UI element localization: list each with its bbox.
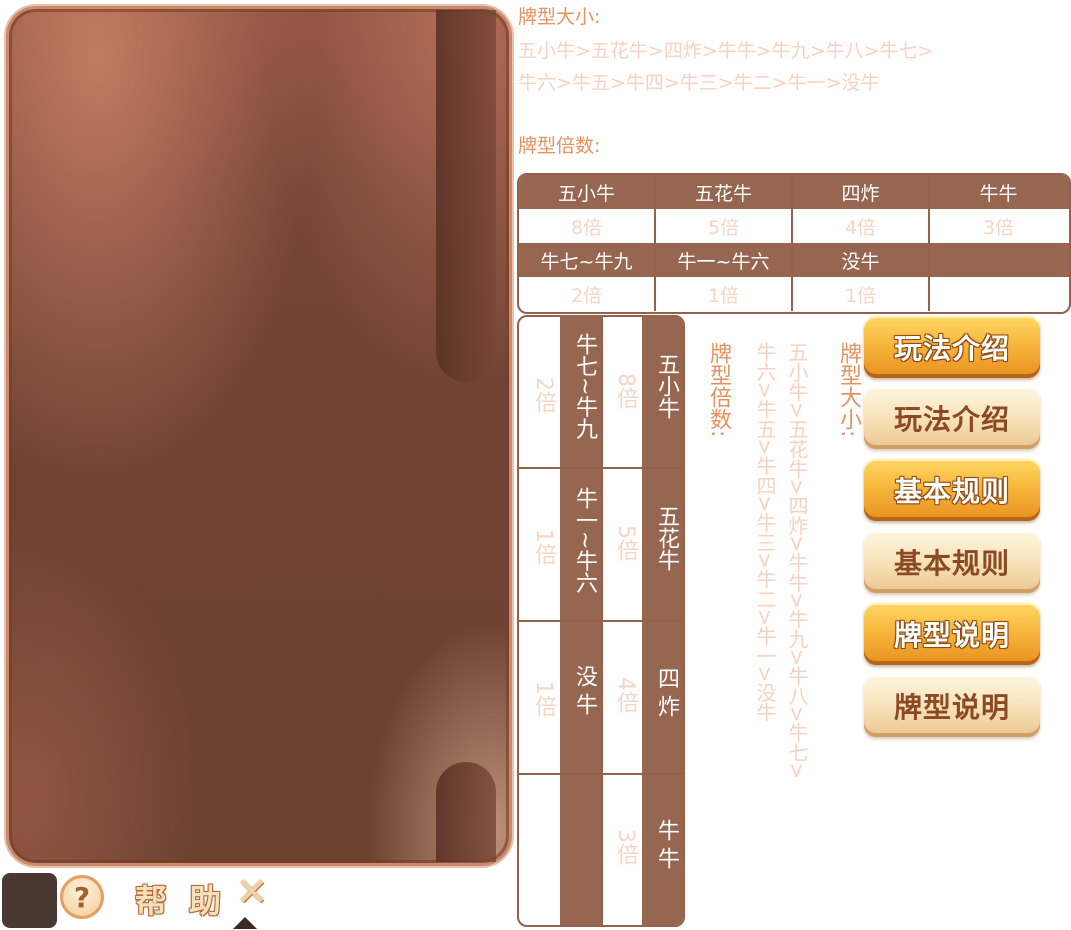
rank-line-1-vertical: 五小牛>五花牛>四炸>牛牛>牛九>牛八>牛七> bbox=[785, 342, 809, 780]
value-cell: 3倍 bbox=[613, 829, 638, 865]
value-cell: 1倍 bbox=[793, 277, 930, 311]
basic-rules-button[interactable]: 基本规则 bbox=[864, 531, 1040, 593]
type-cell: 牛七~牛九 bbox=[572, 333, 597, 440]
table-row: 8倍 5倍 4倍 3倍 bbox=[519, 209, 1069, 243]
value-cell: 8倍 bbox=[519, 209, 656, 243]
card-type-button[interactable]: 牌型说明 bbox=[864, 675, 1040, 737]
type-cell: 没牛 bbox=[572, 665, 597, 721]
multiplier-table-vertical: 五小牛 8倍 牛七~牛九 2倍 五花牛 5倍 牛一~牛六 1倍 四炸 4倍 没牛… bbox=[517, 315, 685, 927]
pointer-arrow-icon bbox=[233, 917, 257, 929]
value-cell: 2倍 bbox=[519, 277, 656, 311]
close-button[interactable]: ✕ bbox=[232, 872, 272, 912]
scrollbar-bottom[interactable] bbox=[436, 762, 496, 862]
type-cell: 四炸 bbox=[654, 667, 679, 723]
type-cell: 四炸 bbox=[793, 175, 930, 209]
value-cell: 1倍 bbox=[531, 529, 556, 565]
card-type-button-active[interactable]: 牌型说明 bbox=[864, 603, 1040, 665]
multiplier-heading-vertical: 牌型倍数: bbox=[706, 342, 731, 438]
question-icon: ? bbox=[60, 875, 104, 919]
rank-heading-vertical: 牌型大小: bbox=[836, 342, 861, 438]
value-cell: 4倍 bbox=[793, 209, 930, 243]
type-cell: 牛一~牛六 bbox=[656, 243, 793, 277]
multiplier-table: 五小牛 五花牛 四炸 牛牛 8倍 5倍 4倍 3倍 牛七~牛九 牛一~牛六 没牛… bbox=[517, 173, 1071, 314]
type-cell: 牛一~牛六 bbox=[572, 487, 597, 594]
type-cell: 五花牛 bbox=[654, 505, 679, 571]
corner-block bbox=[2, 873, 57, 928]
type-cell: 牛牛 bbox=[654, 819, 679, 875]
value-cell: 8倍 bbox=[613, 373, 638, 409]
value-cell bbox=[930, 277, 1067, 311]
rank-heading: 牌型大小: bbox=[518, 6, 601, 28]
type-cell: 五小牛 bbox=[654, 353, 679, 419]
rank-line-2-vertical: 牛六>牛五>牛四>牛三>牛二>牛一>没牛 bbox=[753, 342, 777, 723]
type-cell: 牛七~牛九 bbox=[519, 243, 656, 277]
dialog-title: 帮助 bbox=[135, 882, 244, 920]
vertical-divider bbox=[601, 317, 603, 925]
rank-line-2: 牛六>牛五>牛四>牛三>牛二>牛一>没牛 bbox=[518, 72, 880, 94]
gameplay-intro-button-active[interactable]: 玩法介绍 bbox=[864, 316, 1040, 378]
scrollbar-top[interactable] bbox=[436, 10, 496, 382]
value-cell: 1倍 bbox=[531, 681, 556, 717]
type-cell: 五小牛 bbox=[519, 175, 656, 209]
value-cell: 2倍 bbox=[531, 377, 556, 413]
type-cell bbox=[930, 243, 1067, 277]
multiplier-heading: 牌型倍数: bbox=[518, 135, 601, 157]
type-cell: 五花牛 bbox=[656, 175, 793, 209]
value-cell: 5倍 bbox=[613, 525, 638, 561]
gameplay-intro-button[interactable]: 玩法介绍 bbox=[864, 387, 1040, 449]
value-cell: 5倍 bbox=[656, 209, 793, 243]
table-row: 2倍 1倍 1倍 bbox=[519, 277, 1069, 311]
table-row: 牛七~牛九 牛一~牛六 没牛 bbox=[519, 243, 1069, 277]
type-cell: 没牛 bbox=[793, 243, 930, 277]
value-cell: 3倍 bbox=[982, 216, 1015, 239]
table-row: 五小牛 五花牛 四炸 牛牛 bbox=[519, 175, 1069, 209]
rank-line-1: 五小牛>五花牛>四炸>牛牛>牛九>牛八>牛七> bbox=[518, 40, 934, 62]
type-cell: 牛牛 bbox=[979, 182, 1018, 205]
basic-rules-button-active[interactable]: 基本规则 bbox=[864, 459, 1040, 521]
value-cell: 1倍 bbox=[656, 277, 793, 311]
value-cell: 4倍 bbox=[613, 677, 638, 713]
